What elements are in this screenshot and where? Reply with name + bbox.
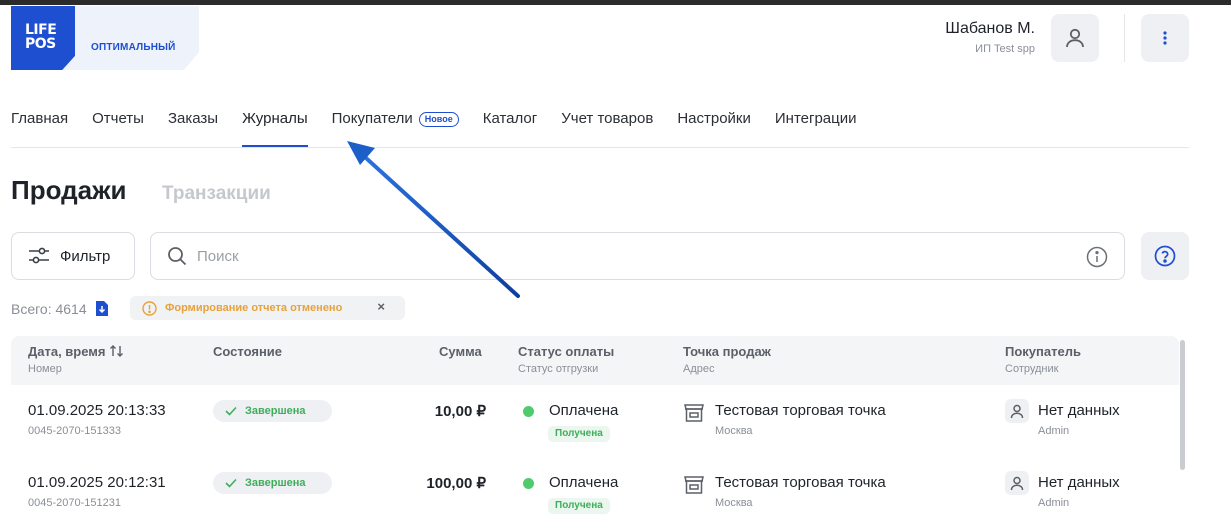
row-store: Тестовая торговая точка [715, 402, 886, 419]
col-store-header: Точка продаж [683, 344, 771, 359]
logo-line-2: POS [25, 36, 56, 52]
nav-label: Интеграции [774, 110, 857, 127]
shipment-badge: Получена [548, 498, 610, 514]
status-label: Завершена [245, 405, 306, 417]
row-staff: Admin [1038, 497, 1070, 509]
nav-item-settings[interactable]: Настройки [677, 100, 751, 148]
row-sum: 10,00 ₽ [434, 403, 486, 420]
col-number-subheader: Номер [28, 363, 62, 375]
table-row[interactable]: 01.09.2025 20:13:33 0045-2070-151333 Зав… [11, 385, 1179, 457]
shipment-badge: Получена [548, 426, 610, 442]
row-city: Москва [715, 425, 753, 437]
more-vertical-icon [1163, 31, 1167, 45]
nav-item-journals[interactable]: Журналы [242, 100, 308, 148]
user-company: ИП Test spp [975, 43, 1035, 55]
search-icon [168, 247, 187, 266]
nav-item-home[interactable]: Главная [11, 100, 68, 148]
row-datetime: 01.09.2025 20:12:31 [28, 474, 166, 491]
search-input[interactable] [197, 247, 1057, 265]
total-count: Всего: 4614 [11, 300, 109, 317]
col-buyer-header: Покупатель [1005, 344, 1081, 359]
row-store: Тестовая торговая точка [715, 474, 886, 491]
table-header: Дата, время Номер Состояние Сумма Статус… [11, 336, 1179, 385]
col-date-header[interactable]: Дата, время [28, 344, 125, 359]
warning-info-icon [142, 300, 157, 316]
report-status-chip: Формирование отчета отменено × [130, 296, 405, 320]
nav-label: Покупатели [331, 110, 413, 127]
download-doc-icon[interactable] [95, 300, 109, 317]
nav-label: Журналы [242, 110, 308, 127]
row-number: 0045-2070-151231 [28, 497, 121, 509]
col-payment-header: Статус оплаты [518, 344, 615, 359]
store-icon [684, 404, 704, 422]
table-row[interactable]: 01.09.2025 20:12:31 0045-2070-151231 Зав… [11, 457, 1179, 523]
nav-label: Заказы [167, 110, 219, 127]
row-buyer: Нет данных [1038, 474, 1120, 491]
nav-label: Каталог [482, 110, 538, 127]
nav-divider [11, 147, 1189, 148]
help-circle-icon [1154, 245, 1176, 267]
status-badge: Завершена [213, 472, 332, 494]
window-top-border [0, 0, 1231, 5]
report-status-text: Формирование отчета отменено [165, 302, 343, 314]
lifepos-logo[interactable]: LIFE POS [11, 6, 75, 70]
row-city: Москва [715, 497, 753, 509]
plan-name: ОПТИМАЛЬНЫЙ [91, 42, 176, 53]
col-state-header: Состояние [213, 344, 283, 359]
sliders-icon [29, 247, 49, 264]
tab-transactions[interactable]: Транзакции [162, 183, 271, 205]
search-box[interactable] [150, 232, 1125, 280]
page-title: Продажи [11, 175, 127, 205]
filter-label: Фильтр [60, 247, 111, 265]
row-payment-status: Оплачена [549, 474, 619, 491]
nav-item-customers[interactable]: Покупатели Новое [332, 100, 459, 148]
filter-button[interactable]: Фильтр [11, 232, 135, 280]
user-icon [1010, 476, 1024, 491]
col-sum-header: Сумма [439, 344, 482, 359]
nav-label: Учет товаров [561, 110, 654, 127]
buyer-avatar [1005, 399, 1029, 423]
logo-line-1: LIFE [25, 22, 57, 38]
nav-label: Отчеты [92, 110, 144, 127]
col-title: Дата, время [28, 344, 106, 359]
status-badge: Завершена [213, 400, 332, 422]
row-staff: Admin [1038, 425, 1070, 437]
user-icon [1010, 404, 1024, 419]
info-icon[interactable] [1086, 246, 1108, 268]
nav-item-integrations[interactable]: Интеграции [775, 100, 857, 148]
row-payment-status: Оплачена [549, 402, 619, 419]
new-badge: Новое [418, 112, 459, 127]
row-sum: 100,00 ₽ [426, 475, 486, 492]
nav-item-orders[interactable]: Заказы [168, 100, 218, 148]
payment-status-dot [523, 406, 534, 417]
col-staff-subheader: Сотрудник [1005, 363, 1059, 375]
row-buyer: Нет данных [1038, 402, 1120, 419]
table-scrollbar[interactable] [1180, 340, 1185, 470]
nav-label: Настройки [677, 110, 751, 127]
sort-icon[interactable] [109, 344, 125, 358]
user-icon [1066, 28, 1084, 48]
nav-item-catalog[interactable]: Каталог [483, 100, 538, 148]
nav-item-inventory[interactable]: Учет товаров [561, 100, 653, 148]
col-shipment-subheader: Статус отгрузки [518, 363, 599, 375]
total-label: Всего: 4614 [11, 300, 87, 317]
user-avatar-button[interactable] [1051, 14, 1099, 62]
nav-label: Главная [11, 110, 69, 127]
row-number: 0045-2070-151333 [28, 425, 121, 437]
help-button[interactable] [1141, 232, 1189, 280]
close-icon[interactable]: × [377, 299, 385, 314]
store-icon [684, 476, 704, 494]
check-icon [225, 478, 237, 488]
user-name: Шабанов М. [945, 20, 1035, 37]
header-divider [1124, 14, 1125, 62]
row-datetime: 01.09.2025 20:13:33 [28, 402, 166, 419]
col-address-subheader: Адрес [683, 363, 715, 375]
more-menu-button[interactable] [1141, 14, 1189, 62]
buyer-avatar [1005, 471, 1029, 495]
payment-status-dot [523, 478, 534, 489]
check-icon [225, 406, 237, 416]
nav-item-reports[interactable]: Отчеты [92, 100, 144, 148]
main-nav: Главная Отчеты Заказы Журналы Покупатели… [11, 100, 881, 148]
status-label: Завершена [245, 477, 306, 489]
